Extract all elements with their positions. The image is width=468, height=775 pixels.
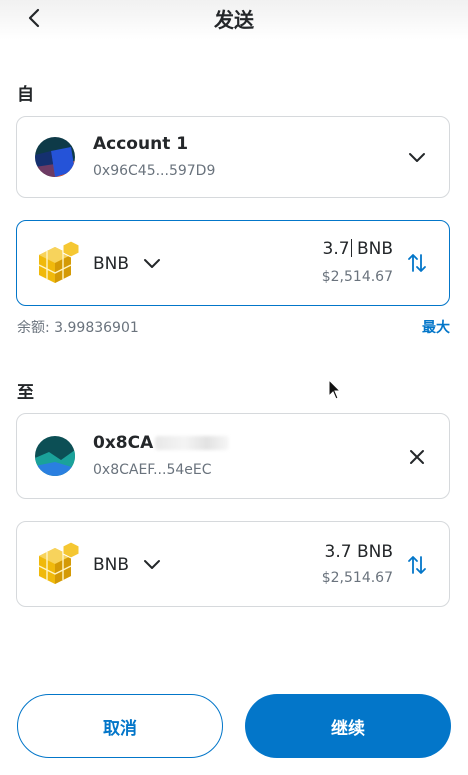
bnb-token-icon bbox=[38, 541, 80, 584]
swap-currency-icon[interactable] bbox=[405, 553, 429, 577]
amount-unit: BNB bbox=[356, 239, 393, 259]
amount-input[interactable]: 3.7 BNB bbox=[322, 239, 393, 259]
balance-text: 余额: 3.99836901 bbox=[17, 320, 139, 336]
recipient-address: 0x8CAEF...54eEC bbox=[93, 462, 212, 478]
receive-amount-value: 3.7 BNB bbox=[324, 542, 393, 562]
chevron-down-icon bbox=[409, 153, 425, 162]
recipient-name-text: 0x8CA bbox=[93, 433, 154, 453]
amount-value: 3.7 bbox=[322, 239, 350, 259]
chevron-down-icon[interactable] bbox=[141, 252, 163, 274]
cancel-button[interactable]: 取消 bbox=[17, 694, 223, 758]
receive-amount-card[interactable]: BNB 3.7 BNB $2,514.67 bbox=[16, 521, 450, 607]
bnb-token-icon bbox=[38, 240, 80, 283]
continue-button[interactable]: 继续 bbox=[245, 694, 451, 758]
token-symbol: BNB bbox=[93, 555, 130, 575]
close-icon bbox=[410, 450, 424, 464]
redacted-overlay bbox=[155, 436, 230, 450]
recipient-avatar bbox=[35, 436, 75, 476]
clear-recipient-button[interactable] bbox=[405, 445, 429, 469]
recipient-name: 0x8CA bbox=[93, 433, 230, 453]
account-name: Account 1 bbox=[93, 134, 189, 154]
swap-currency-icon[interactable] bbox=[405, 251, 429, 275]
recipient-card[interactable]: 0x8CA 0x8CAEF...54eEC bbox=[16, 413, 450, 499]
page-title: 发送 bbox=[214, 8, 254, 32]
token-symbol: BNB bbox=[93, 254, 130, 274]
fiat-value: $2,514.67 bbox=[321, 570, 393, 586]
fiat-value: $2,514.67 bbox=[321, 269, 393, 285]
send-amount-card[interactable]: BNB 3.7 BNB $2,514.67 bbox=[16, 220, 450, 306]
max-amount-button[interactable]: 最大 bbox=[422, 317, 450, 337]
account-avatar bbox=[35, 137, 75, 177]
account-address: 0x96C45...597D9 bbox=[93, 163, 216, 179]
mouse-pointer-icon bbox=[328, 379, 342, 400]
from-account-selector[interactable]: Account 1 0x96C45...597D9 bbox=[16, 116, 450, 198]
to-label: 至 bbox=[17, 383, 34, 403]
from-label: 自 bbox=[17, 85, 34, 105]
chevron-down-icon[interactable] bbox=[141, 553, 163, 575]
header-bar: 发送 bbox=[0, 0, 468, 40]
account-dropdown-toggle[interactable] bbox=[405, 146, 429, 170]
text-caret bbox=[350, 239, 352, 257]
